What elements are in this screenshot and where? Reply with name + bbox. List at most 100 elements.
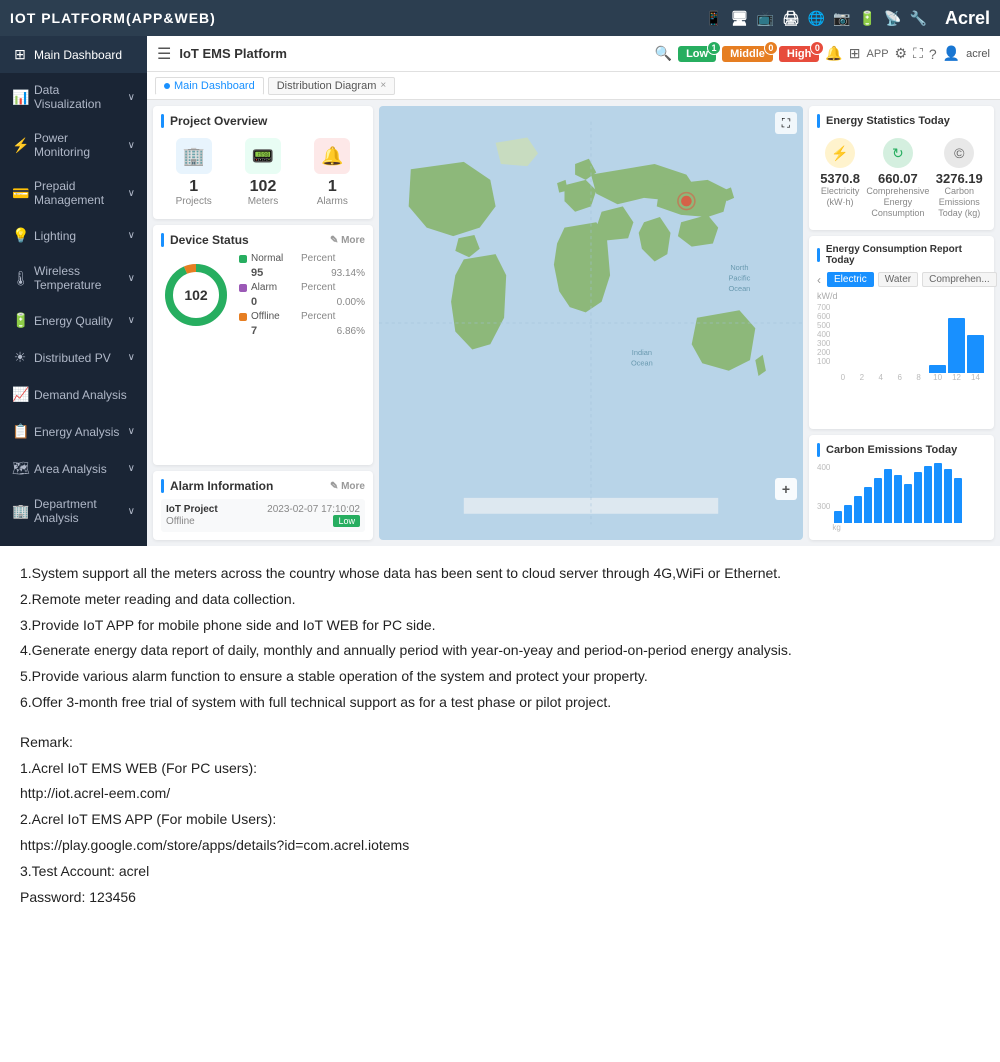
fullscreen-icon[interactable]: ⛶: [913, 45, 923, 62]
c-bar-5: [874, 478, 882, 523]
sidebar-label-quality: Energy Quality: [34, 314, 122, 328]
nav-actions: 🔍 Low 1 Middle 0 High 0 🔔 ⊞ APP ⚙ ⛶: [655, 45, 990, 62]
sidebar-label-power: Power Monitoring: [34, 131, 122, 159]
header-bar-2: [161, 233, 164, 247]
legend-normal-count: 95 93.14%: [239, 267, 365, 279]
device-status-header: Device Status ✎ More: [161, 233, 365, 247]
bell-icon[interactable]: 🔔: [825, 45, 842, 62]
left-panel: Project Overview 🏢 1 Projects 📟 102 Mete…: [153, 106, 373, 540]
legend-offline-count: 7 6.86%: [239, 325, 365, 337]
energy-stats-header: Energy Statistics Today: [817, 114, 986, 128]
sidebar-label-lighting: Lighting: [34, 229, 122, 243]
arrow-icon-7: ∨: [128, 352, 135, 363]
energy-consumption-stat: ↻ 660.07 Comprehensive Energy Consumptio…: [866, 138, 929, 218]
dashboard-icon: ⊞: [12, 46, 28, 63]
prepaid-icon: 💳: [12, 185, 28, 202]
router-icon: 📡: [884, 10, 901, 27]
sidebar-label-energy: Energy Analysis: [34, 425, 122, 439]
remark-section: Remark: 1.Acrel IoT EMS WEB (For PC user…: [20, 731, 980, 910]
lighting-icon: 💡: [12, 227, 28, 244]
c-bar-11: [934, 463, 942, 523]
alarms-stat: 🔔 1 Alarms: [300, 138, 365, 207]
svg-text:Ocean: Ocean: [631, 358, 653, 367]
carbon-y-axis: 400 300: [817, 463, 830, 523]
legend-offline: Offline Percent: [239, 311, 365, 322]
energy-stats-card: Energy Statistics Today ⚡ 5370.8 Electri…: [809, 106, 994, 230]
alarm-meta: IoT Project 2023-02-07 17:10:02: [166, 504, 360, 515]
user-avatar[interactable]: 👤: [943, 45, 960, 62]
sidebar-item-demand-analysis[interactable]: 📈 Demand Analysis: [0, 376, 147, 413]
more-link[interactable]: ✎ More: [330, 235, 365, 246]
carbon-stat: © 3276.19 Carbon Emissions Today (kg): [936, 138, 983, 218]
sidebar-item-energy-analysis[interactable]: 📋 Energy Analysis ∨: [0, 413, 147, 450]
c-bar-13: [954, 478, 962, 523]
content-area: ☰ IoT EMS Platform 🔍 Low 1 Middle 0 High…: [147, 36, 1000, 546]
settings-icon[interactable]: ⚙: [895, 45, 908, 62]
temp-icon: 🌡: [12, 270, 28, 287]
electricity-stat: ⚡ 5370.8 Electricity (kW·h): [820, 138, 860, 218]
low-alarm-button[interactable]: Low 1: [678, 46, 716, 62]
remark-password: Password: 123456: [20, 886, 980, 910]
sidebar-item-wireless-temp[interactable]: 🌡 Wireless Temperature ∨: [0, 254, 147, 302]
sidebar-item-lighting[interactable]: 💡 Lighting ∨: [0, 217, 147, 254]
sidebar-item-energy-quality[interactable]: 🔋 Energy Quality ∨: [0, 302, 147, 339]
power-icon: ⚡: [12, 137, 28, 154]
tab-comprehensive[interactable]: Comprehen...: [922, 272, 997, 287]
grid-icon[interactable]: ⊞: [849, 45, 861, 62]
breadcrumb-tab-distribution[interactable]: Distribution Diagram ×: [268, 77, 396, 95]
tab-electric[interactable]: Electric: [827, 272, 874, 287]
app-title: IOT PLATFORM(APP&WEB): [10, 10, 705, 26]
remark-2: 2.Acrel IoT EMS APP (For mobile Users):: [20, 808, 980, 832]
sidebar-item-area-analysis[interactable]: 🗺 Area Analysis ∨: [0, 450, 147, 487]
chart-prev-button[interactable]: ‹: [817, 273, 821, 287]
electricity-icon: ⚡: [825, 138, 855, 168]
question-icon[interactable]: ?: [929, 46, 937, 62]
point-3: 3.Provide IoT APP for mobile phone side …: [20, 614, 980, 638]
map-expand-button[interactable]: ⛶: [775, 112, 797, 134]
breadcrumb: Main Dashboard Distribution Diagram ×: [147, 72, 1000, 100]
device-icon: 📺: [757, 10, 774, 27]
tab-water[interactable]: Water: [878, 272, 918, 287]
x-label-2: 2: [853, 373, 870, 382]
app-icon[interactable]: APP: [867, 48, 889, 60]
offline-percent-label: Percent: [301, 311, 335, 322]
username: acrel: [966, 48, 990, 60]
project-overview-header: Project Overview: [161, 114, 365, 128]
chart-icon: 📊: [12, 89, 28, 106]
close-tab-icon[interactable]: ×: [380, 80, 386, 91]
sidebar-item-data-visualization[interactable]: 📊 Data Visualization ∨: [0, 73, 147, 121]
sidebar: ⊞ Main Dashboard 📊 Data Visualization ∨ …: [0, 36, 147, 546]
bar-7: [967, 335, 984, 373]
sidebar-label-dept: Department Analysis: [34, 497, 122, 525]
breadcrumb-tab-main[interactable]: Main Dashboard: [155, 77, 264, 95]
menu-icon[interactable]: ☰: [157, 44, 171, 64]
x-label-14: 14: [967, 373, 984, 382]
header-bar-5: [817, 248, 820, 262]
offline-dot: [239, 313, 247, 321]
map-zoom-button[interactable]: +: [775, 478, 797, 500]
remark-url-2: https://play.google.com/store/apps/detai…: [20, 834, 980, 858]
donut-total: 102: [184, 287, 207, 303]
sidebar-item-main-dashboard[interactable]: ⊞ Main Dashboard: [0, 36, 147, 73]
bar-6: [948, 318, 965, 373]
energy-chart-header: Energy Consumption Report Today: [817, 244, 986, 266]
project-overview-card: Project Overview 🏢 1 Projects 📟 102 Mete…: [153, 106, 373, 219]
sidebar-item-distributed-pv[interactable]: ☀ Distributed PV ∨: [0, 339, 147, 376]
tools-icon: 🔧: [910, 10, 927, 27]
x-label-4: 4: [872, 373, 889, 382]
carbon-chart-card: Carbon Emissions Today 400 300: [809, 435, 994, 540]
sidebar-item-prepaid[interactable]: 💳 Prepaid Management ∨: [0, 169, 147, 217]
sidebar-item-dept-analysis[interactable]: 🏢 Department Analysis ∨: [0, 487, 147, 535]
sidebar-item-power-monitoring[interactable]: ⚡ Power Monitoring ∨: [0, 121, 147, 169]
c-bar-8: [904, 484, 912, 523]
alarms-icon: 🔔: [314, 138, 350, 174]
carbon-icon: ©: [944, 138, 974, 168]
alarm-percent-label: Percent: [301, 282, 335, 293]
middle-alarm-button[interactable]: Middle 0: [722, 46, 773, 62]
remark-account: 3.Test Account: acrel: [20, 860, 980, 884]
active-dot: [164, 83, 170, 89]
high-alarm-button[interactable]: High 0: [779, 46, 819, 62]
remark-url-1: http://iot.acrel-eem.com/: [20, 782, 980, 806]
search-icon[interactable]: 🔍: [655, 45, 672, 62]
alarm-more-link[interactable]: ✎ More: [330, 481, 365, 492]
